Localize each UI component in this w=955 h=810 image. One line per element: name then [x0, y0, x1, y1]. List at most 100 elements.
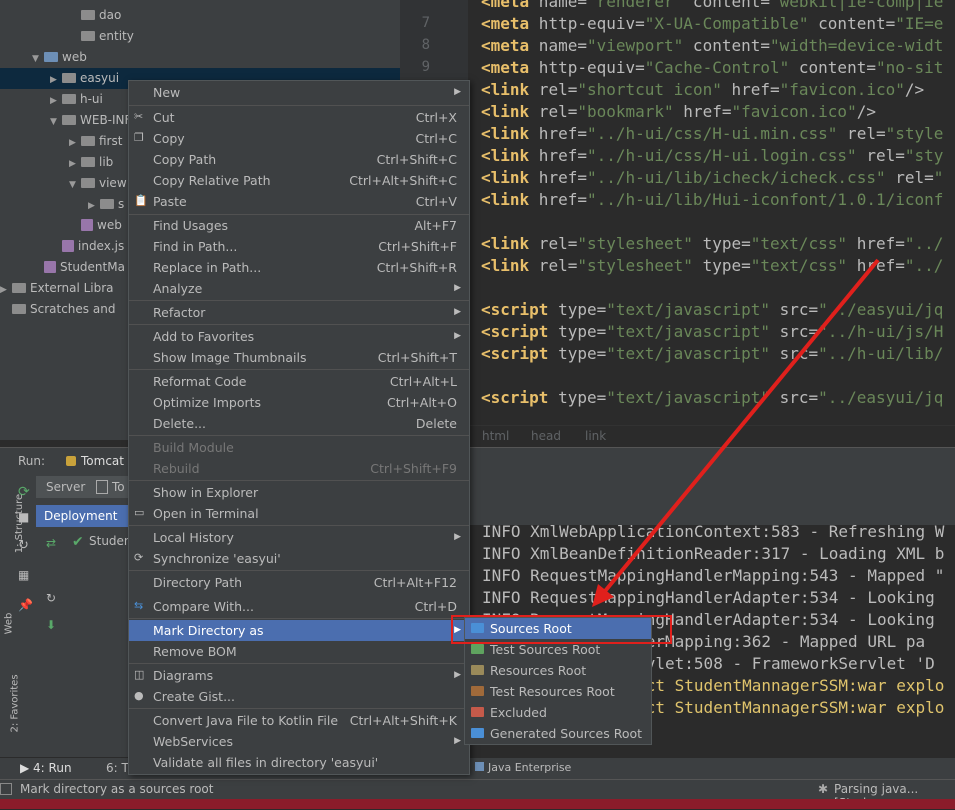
structure-side-tab[interactable]: 1: Structure	[14, 494, 25, 553]
menu-item[interactable]: Find in Path... Ctrl+Shift+F	[129, 236, 469, 257]
chevron-right-icon[interactable]: ▶	[50, 70, 60, 91]
menu-item-label: Local History	[153, 530, 234, 545]
code-line: <link rel="bookmark" href="favicon.ico"/…	[481, 101, 876, 123]
code-string: "favicon.ico"	[779, 80, 905, 99]
output-tab-label[interactable]: To	[112, 480, 125, 494]
layout-icon[interactable]: ▦	[18, 568, 29, 582]
menu-item[interactable]: Reformat Code Ctrl+Alt+L	[129, 371, 469, 392]
menu-separator	[129, 435, 469, 436]
deployment-item[interactable]: Studen	[89, 534, 132, 548]
menu-item[interactable]: Directory Path Ctrl+Alt+F12	[129, 572, 469, 593]
run-config-tab[interactable]: Tomcat	[81, 454, 124, 468]
menu-item[interactable]: Optimize Imports Ctrl+Alt+O	[129, 392, 469, 413]
menu-item[interactable]: ◫ Diagrams ▶	[129, 665, 469, 686]
toggle-tool-windows-icon[interactable]	[0, 783, 12, 795]
menu-item[interactable]: ❐ Copy Ctrl+C	[129, 128, 469, 149]
tree-item[interactable]: dao	[0, 5, 400, 26]
code-attr: href=	[529, 146, 587, 165]
menu-item-label: Copy Path	[153, 152, 217, 167]
java-enterprise-tab[interactable]: Java Enterprise	[488, 761, 571, 774]
menu-item[interactable]: Replace in Path... Ctrl+Shift+R	[129, 257, 469, 278]
favorites-side-tab[interactable]: 2: Favorites	[10, 674, 21, 732]
line-number: 9	[421, 59, 430, 75]
menu-item[interactable]: Copy Path Ctrl+Shift+C	[129, 149, 469, 170]
menu-item[interactable]: Show in Explorer	[129, 482, 469, 503]
annotation-box	[451, 615, 672, 644]
menu-item[interactable]: Rebuild Ctrl+Shift+F9	[129, 458, 469, 479]
menu-item[interactable]: Analyze ▶	[129, 278, 469, 299]
code-tag: <meta	[481, 58, 530, 77]
menu-item[interactable]: ⇆ Compare With... Ctrl+D	[129, 596, 469, 617]
menu-separator	[129, 663, 469, 664]
code-attr: content=	[789, 58, 876, 77]
chevron-down-icon[interactable]: ▼	[50, 112, 60, 133]
pin-icon[interactable]: 📌	[18, 598, 33, 612]
folder-icon	[81, 136, 95, 146]
submenu-item-label: Excluded	[490, 705, 547, 720]
menu-item[interactable]: Copy Relative Path Ctrl+Alt+Shift+C	[129, 170, 469, 191]
menu-item[interactable]: WebServices ▶	[129, 731, 469, 752]
tree-item[interactable]: ▼ web	[0, 47, 400, 68]
chevron-right-icon[interactable]: ▶	[50, 91, 60, 112]
code-tag: <link	[481, 124, 530, 143]
code-line: <script type="text/javascript" src="../e…	[481, 299, 943, 321]
deploy-all-icon[interactable]: ⬇	[46, 618, 56, 632]
menu-item-label: Replace in Path...	[153, 260, 262, 275]
menu-item[interactable]: Mark Directory as ▶	[129, 620, 469, 641]
menu-item[interactable]: Remove BOM	[129, 641, 469, 662]
menu-item[interactable]: ▭ Open in Terminal	[129, 503, 469, 524]
web-side-tab[interactable]: Web	[3, 613, 14, 635]
code-line: <script type="text/javascript" src="../h…	[481, 343, 943, 365]
paste-icon: 📋	[134, 194, 148, 207]
code-string: "style	[885, 124, 944, 143]
chevron-down-icon[interactable]: ▼	[32, 49, 42, 70]
menu-item[interactable]: Build Module	[129, 437, 469, 458]
submenu-item[interactable]: Test Resources Root	[465, 681, 651, 702]
run-tool-tab[interactable]: ▶ 4: Run	[20, 761, 72, 775]
menu-item[interactable]: Local History ▶	[129, 527, 469, 548]
update-icon[interactable]: ↻	[46, 591, 56, 605]
menu-item[interactable]: Validate all files in directory 'easyui'	[129, 752, 469, 773]
menu-item-label: Paste	[153, 194, 187, 209]
breadcrumb-link[interactable]: link	[585, 429, 606, 443]
code-string: "viewport"	[586, 36, 684, 55]
menu-item[interactable]: Show Image Thumbnails Ctrl+Shift+T	[129, 347, 469, 368]
menu-item[interactable]: New ▶	[129, 82, 469, 103]
submenu-item[interactable]: Resources Root	[465, 660, 651, 681]
chevron-right-icon[interactable]: ▶	[88, 196, 98, 217]
breadcrumb-html[interactable]: html	[482, 429, 509, 443]
menu-item[interactable]: ⟳ Synchronize 'easyui'	[129, 548, 469, 569]
menu-item[interactable]: Add to Favorites ▶	[129, 326, 469, 347]
chevron-right-icon[interactable]: ▶	[0, 280, 10, 301]
code-string: "favicon.ico"	[731, 102, 857, 121]
menu-separator	[129, 525, 469, 526]
submenu-item-label: Test Resources Root	[490, 684, 615, 699]
code-attr: src=	[770, 388, 819, 407]
menu-item[interactable]: ✂ Cut Ctrl+X	[129, 107, 469, 128]
menu-item[interactable]: Delete... Delete	[129, 413, 469, 434]
code-string: "../	[904, 256, 944, 275]
chevron-right-icon[interactable]: ▶	[69, 133, 79, 154]
tree-item[interactable]: entity	[0, 26, 400, 47]
menu-shortcut: Ctrl+Shift+F9	[370, 461, 457, 476]
chevron-down-icon[interactable]: ▼	[69, 175, 79, 196]
submenu-item[interactable]: Excluded	[465, 702, 651, 723]
tree-item-label: lib	[99, 155, 114, 169]
deployment-header[interactable]: Deployment	[36, 505, 128, 527]
breadcrumb-head[interactable]: head	[531, 429, 561, 443]
deploy-icon[interactable]: ⇄	[46, 536, 56, 550]
side-tool-strip: 1: Structure Web 2: Favorites	[0, 494, 25, 738]
code-attr: content=	[808, 14, 896, 33]
menu-item[interactable]: ● Create Gist...	[129, 686, 469, 707]
menu-shortcut: Ctrl+Shift+T	[377, 350, 457, 365]
menu-separator	[129, 324, 469, 325]
menu-item[interactable]: Find Usages Alt+F7	[129, 215, 469, 236]
menu-item[interactable]: Convert Java File to Kotlin File Ctrl+Alt…	[129, 710, 469, 731]
menu-item[interactable]: Refactor ▶	[129, 302, 469, 323]
menu-separator	[129, 618, 469, 619]
submenu-item[interactable]: Generated Sources Root	[465, 723, 651, 744]
code-line: <link rel="stylesheet" type="text/css" h…	[481, 233, 943, 255]
menu-item[interactable]: 📋 Paste Ctrl+V	[129, 191, 469, 212]
chevron-right-icon[interactable]: ▶	[69, 154, 79, 175]
menu-shortcut: Delete	[415, 416, 457, 431]
